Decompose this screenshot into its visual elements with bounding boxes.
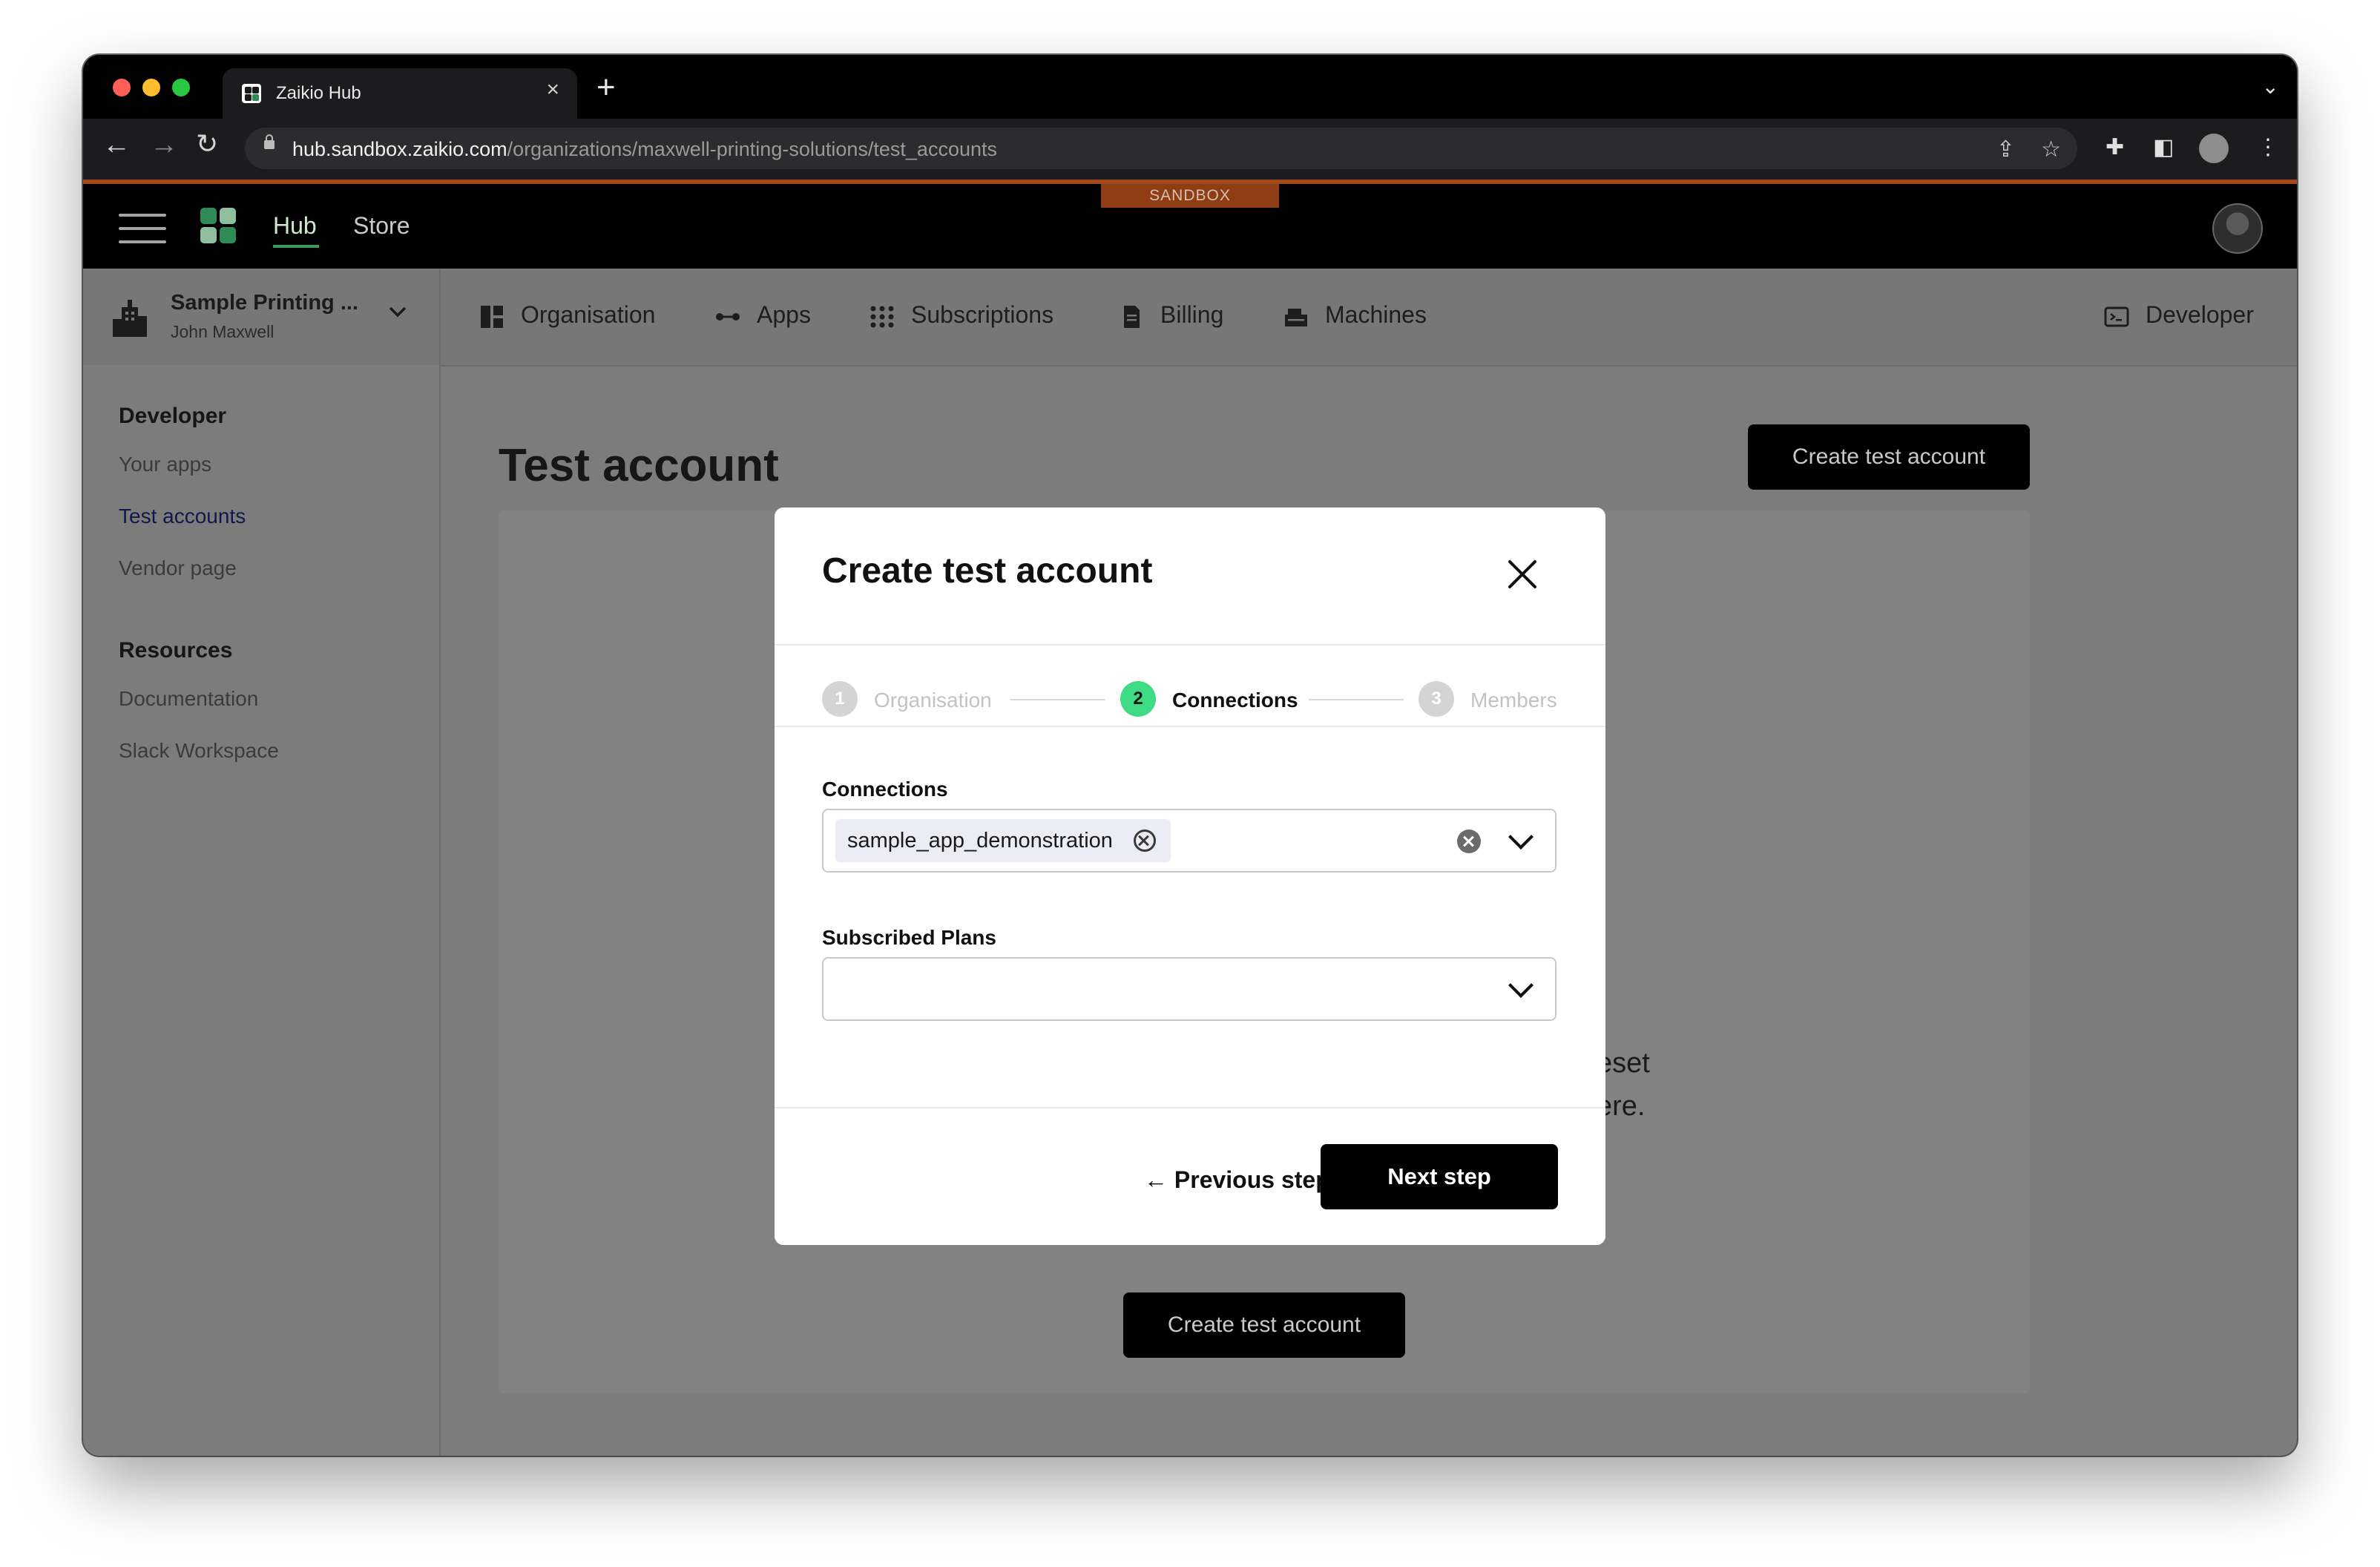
machine-icon: [1283, 306, 1309, 328]
store-link[interactable]: Store: [353, 212, 410, 240]
sidebar-heading-developer: Developer: [119, 404, 227, 428]
app-viewport: SANDBOX Hub Store Sample Printing ... Jo…: [83, 180, 2297, 1456]
chip-label: sample_app_demonstration: [847, 829, 1113, 853]
app-header: SANDBOX Hub Store: [83, 180, 2297, 269]
nav-apps[interactable]: Apps: [715, 301, 811, 329]
sidebar-item-your-apps[interactable]: Your apps: [119, 453, 211, 476]
nav-machines-label: Machines: [1325, 301, 1427, 328]
zaikio-logo[interactable]: [200, 208, 237, 245]
next-step-button[interactable]: Next step: [1321, 1144, 1558, 1209]
step-number: 1: [822, 681, 858, 717]
step-label: Organisation: [874, 689, 992, 712]
tab-bar: Zaikio Hub × + ⌄: [83, 55, 2297, 119]
browser-toolbar: ← → ↻ hub.sandbox.zaikio.com/organizatio…: [83, 119, 2297, 180]
step-label: Connections: [1172, 689, 1298, 712]
nav-subscriptions[interactable]: Subscriptions: [870, 301, 1053, 329]
reload-icon[interactable]: ↻: [196, 131, 218, 157]
maximize-window-button[interactable]: [172, 79, 190, 96]
sidebar: Developer Your apps Test accounts Vendor…: [83, 365, 441, 1456]
header-divider: [775, 644, 1605, 645]
invoice-icon: [1119, 305, 1144, 328]
chevron-down-icon: [389, 306, 407, 318]
selected-connection-chip: sample_app_demonstration: [835, 819, 1171, 862]
nav-organisation[interactable]: Organisation: [479, 301, 655, 329]
sidebar-heading-resources: Resources: [119, 638, 233, 663]
footer-divider: [775, 1107, 1605, 1108]
zaikio-favicon-icon: [242, 84, 261, 103]
step-number: 3: [1419, 681, 1454, 717]
sidebar-item-documentation[interactable]: Documentation: [119, 687, 258, 711]
previous-step-button[interactable]: ← Previous step: [1144, 1166, 1330, 1194]
grid-dots-icon: [870, 306, 895, 328]
nav-apps-label: Apps: [757, 301, 811, 328]
extensions-puzzle-icon[interactable]: ✚: [2105, 137, 2124, 159]
minimize-window-button[interactable]: [142, 79, 160, 96]
forward-arrow-icon[interactable]: →: [150, 131, 178, 159]
sidebar-item-slack-workspace[interactable]: Slack Workspace: [119, 739, 279, 763]
nav-machines[interactable]: Machines: [1283, 301, 1427, 329]
chevron-down-icon[interactable]: [1508, 973, 1533, 998]
close-window-button[interactable]: [113, 79, 131, 96]
url-text: hub.sandbox.zaikio.com/organizations/max…: [292, 138, 997, 160]
step-connector: [1309, 699, 1404, 700]
nav-organisation-label: Organisation: [521, 301, 656, 328]
organisation-name: Sample Printing ...: [171, 291, 358, 315]
remove-chip-icon[interactable]: [1134, 830, 1157, 852]
profile-avatar-icon[interactable]: [2199, 134, 2229, 163]
tab-search-chevron-icon[interactable]: ⌄: [2262, 74, 2279, 99]
nav-developer-label: Developer: [2146, 301, 2254, 328]
organisation-switcher[interactable]: Sample Printing ... John Maxwell: [83, 269, 441, 365]
modal-title: Create test account: [822, 551, 1153, 591]
active-link-underline: [273, 245, 319, 248]
step-connector: [1010, 699, 1105, 700]
sidebar-item-vendor-page[interactable]: Vendor page: [119, 556, 237, 580]
user-avatar[interactable]: [2212, 203, 2263, 254]
back-arrow-icon[interactable]: ←: [102, 131, 131, 159]
close-tab-icon[interactable]: ×: [546, 79, 559, 101]
steps-divider: [775, 726, 1605, 727]
sandbox-badge: SANDBOX: [1101, 184, 1279, 208]
subscribed-plans-label: Subscribed Plans: [822, 926, 996, 949]
bookmark-star-icon[interactable]: ☆: [2041, 137, 2061, 162]
close-icon[interactable]: [1506, 558, 1539, 591]
create-test-account-button[interactable]: Create test account: [1748, 424, 2030, 490]
new-tab-icon[interactable]: +: [596, 71, 616, 104]
page-title: Test account: [499, 440, 779, 491]
tab-title: Zaikio Hub: [276, 83, 361, 103]
nav-billing-label: Billing: [1160, 301, 1224, 328]
subscribed-plans-select[interactable]: [822, 957, 1556, 1021]
connections-select[interactable]: sample_app_demonstration: [822, 809, 1556, 873]
building-icon: [113, 300, 147, 337]
address-bar[interactable]: hub.sandbox.zaikio.com/organizations/max…: [245, 128, 2077, 169]
create-test-account-center-button[interactable]: Create test account: [1123, 1292, 1405, 1358]
step-label: Members: [1470, 689, 1557, 712]
dashboard-icon: [479, 305, 504, 328]
browser-tab[interactable]: Zaikio Hub ×: [223, 68, 577, 119]
hamburger-menu-icon[interactable]: [119, 214, 166, 243]
side-panel-icon[interactable]: ◧: [2153, 137, 2174, 159]
sidebar-item-test-accounts[interactable]: Test accounts: [119, 505, 246, 528]
connections-label: Connections: [822, 778, 948, 801]
step-number: 2: [1120, 681, 1156, 717]
lock-icon: [264, 134, 275, 149]
nav-developer[interactable]: Developer: [2104, 301, 2254, 329]
share-icon[interactable]: ⇪: [1996, 137, 2015, 162]
clear-selection-icon[interactable]: [1457, 830, 1481, 853]
browser-window: Zaikio Hub × + ⌄ ← → ↻ hub.sandbox.zaiki…: [83, 55, 2297, 1456]
connection-icon: [715, 306, 740, 328]
organisation-nav: Sample Printing ... John Maxwell Organis…: [83, 269, 2297, 367]
nav-subscriptions-label: Subscriptions: [911, 301, 1054, 328]
browser-menu-icon[interactable]: ⋮: [2257, 137, 2279, 159]
nav-billing[interactable]: Billing: [1119, 301, 1223, 329]
organisation-user: John Maxwell: [171, 322, 275, 341]
create-test-account-modal: Create test account 1 Organisation 2 Con…: [775, 507, 1605, 1245]
terminal-icon: [2104, 306, 2129, 328]
chevron-down-icon[interactable]: [1508, 824, 1533, 850]
hub-link[interactable]: Hub: [273, 212, 317, 240]
